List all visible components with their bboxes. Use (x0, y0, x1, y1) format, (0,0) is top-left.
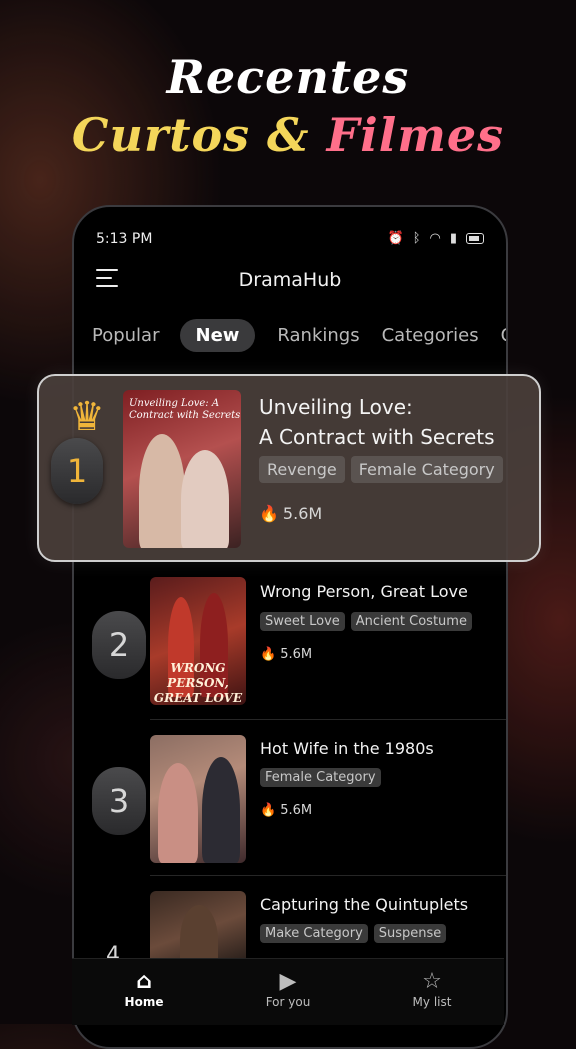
crown-icon: ♛ (69, 394, 105, 440)
divider (150, 719, 506, 720)
tab-new[interactable]: New (179, 319, 256, 352)
tag[interactable]: Ancient Costume (350, 612, 472, 631)
phone-frame: 5:13 PM ⏰ ᛒ ◠ ▮ DramaHub Popular New Ran… (72, 205, 508, 1049)
nav-home[interactable]: ⌂ Home (72, 959, 216, 1025)
tab-rankings[interactable]: Rankings (277, 325, 359, 346)
rank-badge: 2 (92, 611, 146, 679)
item-title-line2: A Contract with Secrets (259, 425, 495, 449)
item-tags: Female Category (260, 766, 387, 787)
app-title: DramaHub (238, 269, 342, 291)
bookmark-star-icon: ☆ (422, 969, 442, 994)
bluetooth-icon: ᛒ (412, 231, 421, 246)
nav-for-you[interactable]: ▶ For you (216, 959, 360, 1025)
tag[interactable]: Make Category (260, 924, 368, 943)
poster-title-text: Unveiling Love: A Contract with Secrets (129, 398, 241, 421)
featured-item-card[interactable]: ♛ 1 Unveiling Love: A Contract with Secr… (37, 374, 541, 562)
home-icon: ⌂ (136, 969, 152, 994)
item-title[interactable]: Wrong Person, Great Love (260, 582, 468, 601)
poster-image[interactable] (150, 735, 246, 863)
alarm-icon: ⏰ (387, 231, 404, 246)
poster-title-text: WRONG PERSON, GREAT LOVE (153, 661, 243, 705)
item-tags: Sweet Love Ancient Costume (260, 610, 478, 631)
tag[interactable]: Sweet Love (260, 612, 345, 631)
item-title[interactable]: Hot Wife in the 1980s (260, 739, 434, 758)
nav-my-list-label: My list (412, 995, 452, 1009)
item-title-line1: Unveiling Love: (259, 395, 413, 419)
battery-icon (466, 233, 484, 244)
tag[interactable]: Female Category (260, 768, 381, 787)
tab-popular[interactable]: Popular (92, 325, 160, 346)
tag[interactable]: Suspense (373, 924, 447, 943)
poster-image[interactable]: Unveiling Love: A Contract with Secrets (123, 390, 241, 548)
tab-more[interactable]: Or (501, 325, 506, 346)
tab-categories[interactable]: Categories (382, 325, 479, 346)
flame-icon: 🔥 (260, 647, 277, 662)
promo-headline-line1: Recentes (166, 50, 410, 104)
play-icon: ▶ (279, 969, 297, 994)
view-count: 🔥 5.6M (259, 504, 322, 523)
tag[interactable]: Revenge (259, 456, 345, 483)
rank-badge: 3 (92, 767, 146, 835)
flame-icon: 🔥 (259, 504, 279, 523)
item-title[interactable]: Capturing the Quintuplets (260, 895, 468, 914)
item-tags: Revenge Female Category (259, 456, 509, 483)
nav-my-list[interactable]: ☆ My list (360, 959, 504, 1025)
tab-bar: Popular New Rankings Categories Or (74, 319, 506, 352)
promo-headline-line2: Curtos & Filmes (0, 108, 576, 162)
flame-icon: 🔥 (260, 803, 277, 818)
status-time: 5:13 PM (96, 231, 153, 247)
view-count: 🔥 5.6M (260, 647, 312, 662)
item-tags: Make Category Suspense (260, 922, 452, 943)
view-count-value: 5.6M (280, 803, 313, 818)
view-count: 🔥 5.6M (260, 803, 312, 818)
divider (150, 875, 506, 876)
promo-line2-part-b: Filmes (326, 108, 505, 162)
wifi-icon: ◠ (429, 231, 441, 246)
status-icons: ⏰ ᛒ ◠ ▮ (387, 231, 484, 246)
nav-home-label: Home (124, 995, 164, 1009)
tag[interactable]: Female Category (350, 456, 503, 483)
signal-icon: ▮ (449, 231, 457, 246)
nav-for-you-label: For you (265, 995, 311, 1009)
view-count-value: 5.6M (280, 647, 313, 662)
rank-badge: 1 (51, 438, 103, 504)
item-title[interactable]: Unveiling Love: A Contract with Secrets (259, 392, 495, 452)
view-count-value: 5.6M (282, 504, 323, 523)
promo-line2-part-a: Curtos & (71, 108, 327, 162)
bottom-nav: ⌂ Home ▶ For you ☆ My list (72, 958, 504, 1025)
poster-image[interactable]: WRONG PERSON, GREAT LOVE (150, 577, 246, 705)
